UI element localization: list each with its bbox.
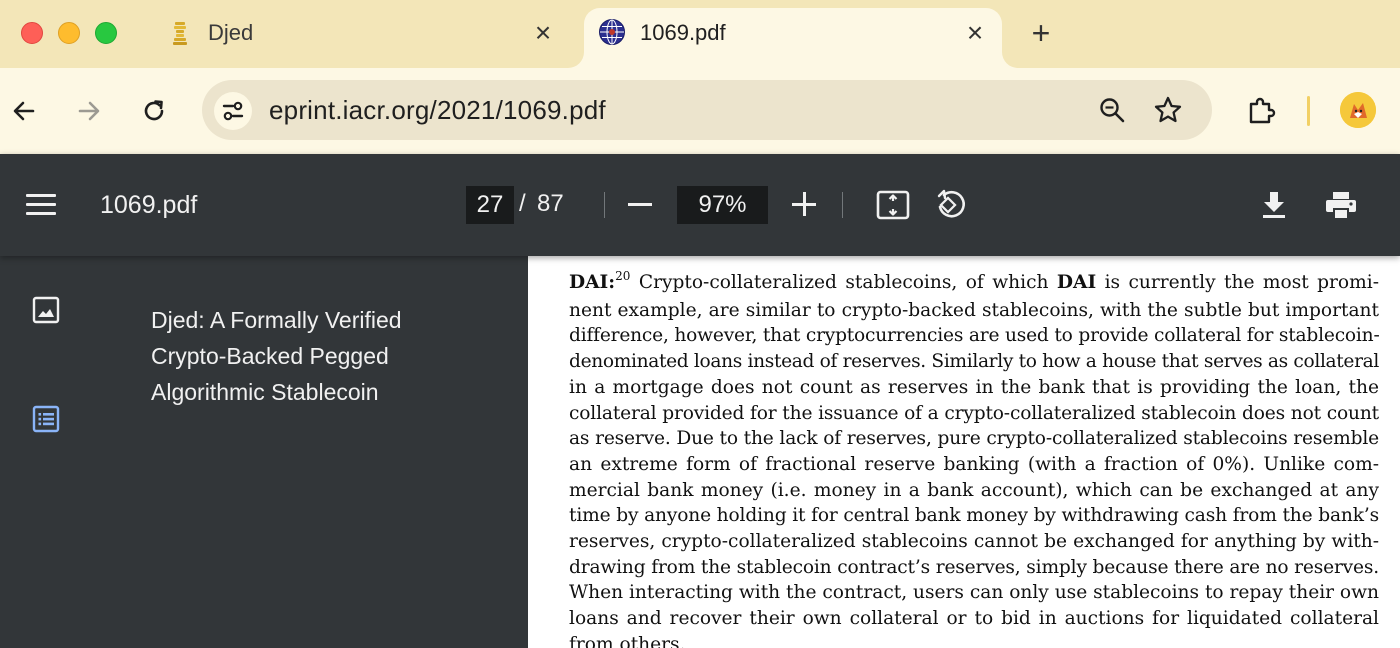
url-text[interactable]: eprint.iacr.org/2021/1069.pdf [269, 95, 606, 126]
outline-item[interactable]: Djed: A Formally Verified Crypto-Backed … [151, 302, 481, 410]
star-icon [1154, 96, 1182, 123]
tab-close-button[interactable]: × [961, 19, 989, 47]
hamburger-icon [26, 194, 56, 197]
page-separator: / [519, 190, 526, 217]
puzzle-piece-icon [1249, 97, 1276, 124]
text-line: denominated loans instead of reserves. S… [569, 351, 1379, 373]
forward-button[interactable] [72, 94, 106, 128]
text-line: time by anyone holding it for central ba… [569, 505, 1379, 527]
tab-djed[interactable]: Djed × [150, 0, 570, 68]
text-line: as reserve. Due to the lack of reserves,… [569, 428, 1379, 450]
new-tab-button[interactable]: + [1026, 17, 1056, 49]
text-line: DAI:20 Crypto-collateralized stablecoins… [569, 269, 1379, 293]
fit-to-page-button[interactable] [875, 187, 911, 223]
page-count: 87 [537, 190, 564, 217]
profile-avatar[interactable] [1340, 92, 1376, 128]
arrow-left-icon [13, 101, 35, 121]
list-icon [32, 405, 60, 433]
text-line: reserves, crypto-collateralized stableco… [569, 531, 1379, 553]
page-number-input[interactable]: 27 [466, 186, 514, 224]
zoom-out-button[interactable] [628, 203, 652, 206]
pdf-toolbar: 1069.pdf 27 / 87 97% [0, 154, 1400, 256]
download-icon [1263, 192, 1285, 218]
text-line: collateral provided for the issuance of … [569, 402, 1379, 424]
toolbar-divider [604, 192, 605, 218]
pdf-page: DAI:20 Crypto-collateralized stablecoins… [528, 256, 1400, 648]
rotate-counterclockwise-icon [937, 189, 965, 218]
tab-title: Djed [208, 20, 254, 45]
footnote-reference[interactable]: 20 [615, 269, 630, 283]
coin-stack-icon [166, 19, 194, 47]
rotate-button[interactable] [932, 187, 970, 223]
pdf-sidebar: Djed: A Formally Verified Crypto-Backed … [0, 256, 528, 648]
text-line: nent example, are similar to crypto-back… [569, 299, 1379, 321]
print-button[interactable] [1322, 187, 1360, 223]
fox-avatar-icon [1340, 92, 1376, 128]
site-info-button[interactable] [214, 92, 252, 130]
globe-icon [598, 18, 626, 46]
sidebar-toggle-button[interactable] [26, 190, 56, 220]
text-line: drawing from the stablecoin contract’s r… [569, 556, 1379, 578]
tab-title: 1069.pdf [640, 20, 726, 45]
window-minimize-button[interactable] [58, 22, 80, 44]
text-line: difference, however, that cryptocurrenci… [569, 325, 1380, 347]
text-line: mercial bank money (i.e. money in a bank… [569, 479, 1379, 501]
reload-button[interactable] [137, 94, 171, 128]
document-outline-tab[interactable] [30, 403, 62, 435]
zoom-level-input[interactable]: 97% [677, 186, 768, 224]
window-close-button[interactable] [21, 22, 43, 44]
arrow-right-icon [78, 101, 100, 121]
browser-toolbar: eprint.iacr.org/2021/1069.pdf [0, 68, 1400, 154]
document-body: DAI:20 Crypto-collateralized stablecoins… [569, 269, 1380, 648]
paragraph-heading: DAI: [569, 272, 616, 293]
zoom-out-magnifier-icon [1100, 98, 1125, 123]
window-zoom-button[interactable] [95, 22, 117, 44]
text-line: When interacting with the contract, user… [569, 582, 1379, 604]
zoom-in-button[interactable] [792, 192, 816, 216]
reload-icon [144, 100, 164, 121]
extensions-button[interactable] [1244, 94, 1278, 128]
download-button[interactable] [1256, 187, 1292, 223]
address-bar[interactable]: eprint.iacr.org/2021/1069.pdf [202, 80, 1212, 140]
toolbar-divider [1307, 96, 1310, 126]
tab-close-button[interactable]: × [529, 19, 557, 47]
tune-icon [222, 101, 244, 121]
text-line: an extreme form of fractional reserve ba… [569, 453, 1379, 475]
page-zoom-button[interactable] [1096, 94, 1128, 126]
text-line: in a mortgage does not count as reserves… [569, 376, 1379, 398]
image-icon [32, 296, 60, 324]
toolbar-divider [842, 192, 843, 218]
text-line: from others. [569, 633, 686, 648]
tab-strip: Djed × 1069.pdf × + [0, 0, 1400, 68]
printer-icon [1326, 192, 1356, 218]
tab-1069-pdf[interactable]: 1069.pdf × [584, 8, 1002, 68]
fit-page-icon [876, 190, 910, 220]
back-button[interactable] [7, 94, 41, 128]
thumbnails-tab[interactable] [30, 294, 62, 326]
pdf-filename: 1069.pdf [100, 191, 198, 219]
text-line: loans and recover their own collateral o… [569, 608, 1379, 630]
bookmark-button[interactable] [1152, 94, 1184, 126]
